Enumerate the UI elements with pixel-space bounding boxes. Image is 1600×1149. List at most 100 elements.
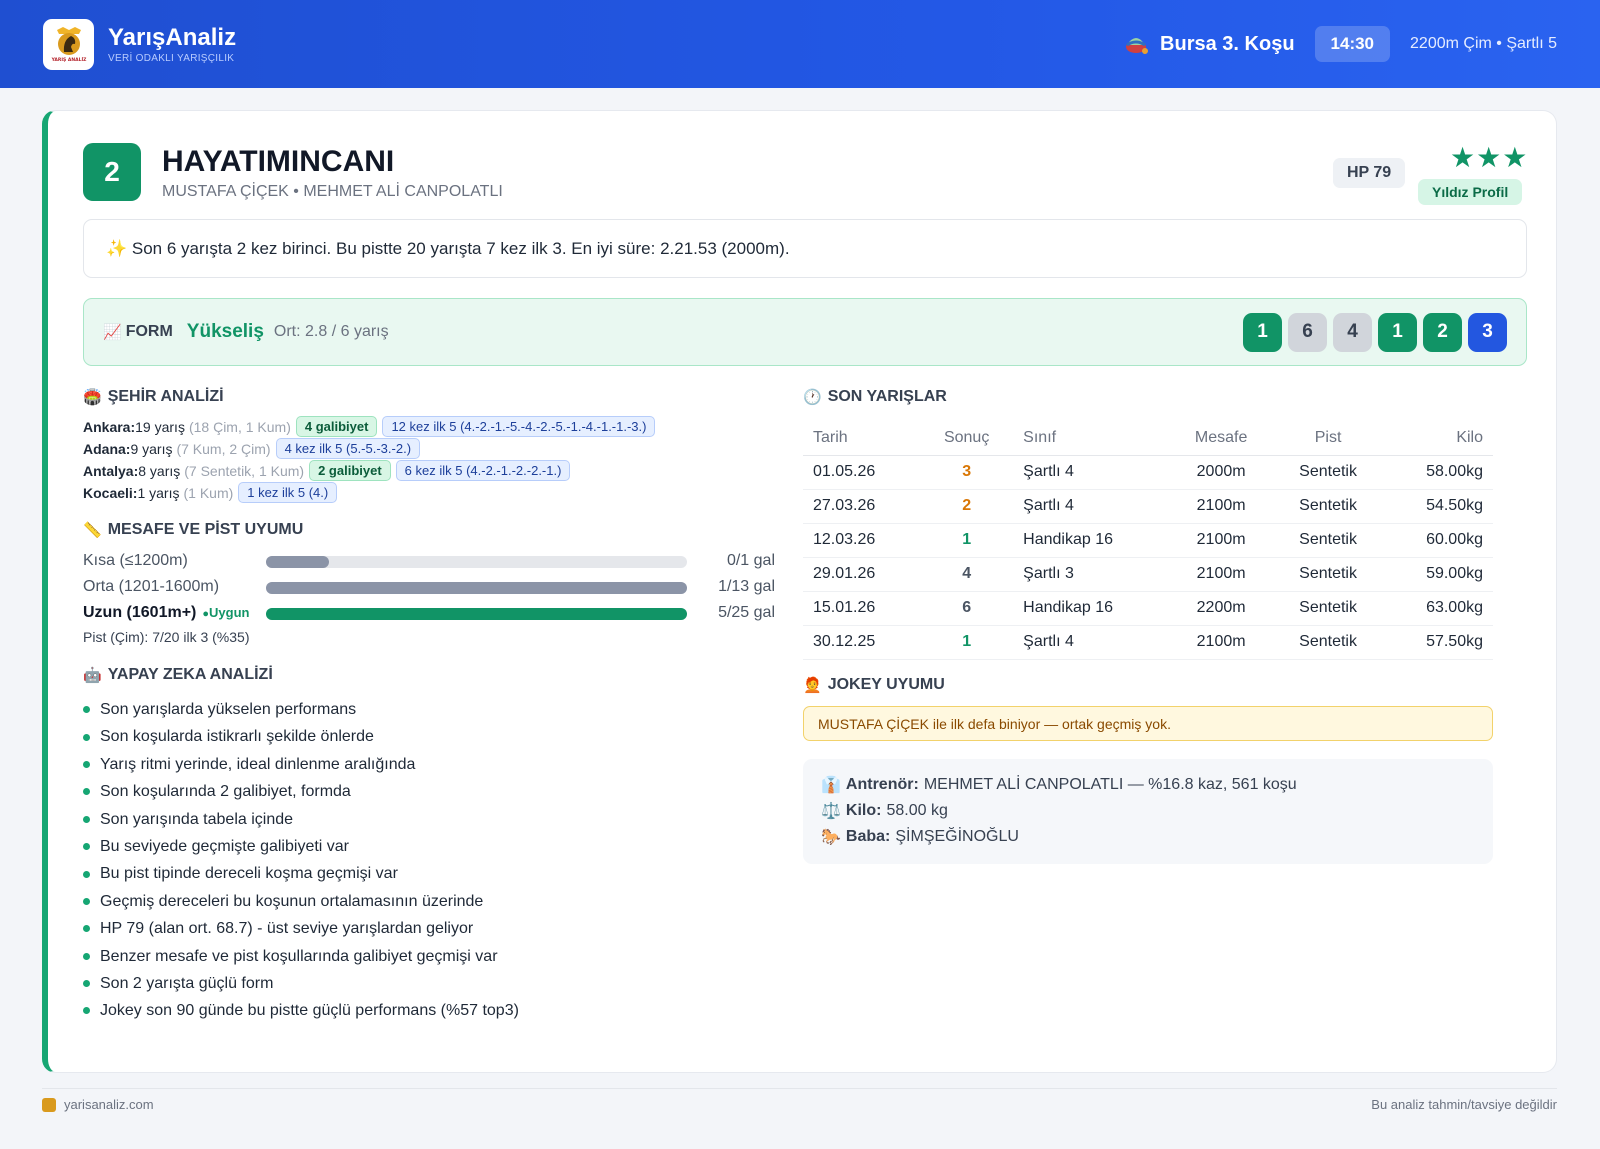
top5-badge: 4 kez ilk 5 (5.-5.-3.-2.) xyxy=(275,438,421,459)
cell-kg: 60.00kg xyxy=(1383,523,1493,558)
cell-track: Sentetik xyxy=(1272,625,1384,660)
distance-value: 1/13 gal xyxy=(718,578,775,595)
city-row: Antalya: 8 yarış (7 Sentetik, 1 Kum) 2 gal… xyxy=(83,460,571,481)
trainer-row: 👔 Antrenör: MEHMET ALİ CANPOLATLI — %16.… xyxy=(821,776,1297,794)
footer: yarisanaliz.com Bu analiz tahmin/tavsiye… xyxy=(42,1088,1557,1112)
cell-dist: 2100m xyxy=(1169,489,1273,524)
ai-insight-item: Geçmiş dereceleri bu koşunun ortalamasın… xyxy=(83,888,519,915)
horse-logo-icon: YARIŞ ANALİZ xyxy=(50,27,87,63)
ai-insight-item: Son yarışında tabela içinde xyxy=(83,806,519,833)
distance-label: Orta (1201-1600m) xyxy=(83,578,220,595)
distance-row: Orta (1201-1600m) 1/13 gal xyxy=(83,578,775,598)
cell-dist: 2100m xyxy=(1169,625,1273,660)
distance-section-title: 📏 MESAFE VE PİST UYUMU xyxy=(83,521,304,539)
cell-kg: 57.50kg xyxy=(1383,625,1493,660)
cell-date: 27.03.26 xyxy=(803,489,921,524)
city-section-title: 🏟️ ŞEHİR ANALİZİ xyxy=(83,388,224,406)
form-result-chip: 3 xyxy=(1468,312,1507,352)
cell-dist: 2100m xyxy=(1169,557,1273,592)
ai-insight-item: Benzer mesafe ve pist koşullarında galib… xyxy=(83,943,519,970)
horse-name: HAYATIMINCANI xyxy=(162,145,395,178)
form-panel: 📈 FORM Yükseliş Ort: 2.8 / 6 yarış 16412… xyxy=(83,298,1527,366)
ai-insight-item: Son koşularda istikrarlı şekilde önlerde xyxy=(83,723,519,750)
ai-insights-list: Son yarışlarda yükselen performans Son ko… xyxy=(83,696,519,1025)
city-count: 1 yarış xyxy=(137,484,180,501)
distance-label-wrap: Kısa (≤1200m) xyxy=(83,552,188,570)
chart-trend-icon: 📈 xyxy=(103,324,122,341)
city-row: Adana: 9 yarış (7 Kum, 2 Çim) 4 kez ilk 5 … xyxy=(83,438,421,459)
city-name: Kocaeli: xyxy=(83,484,138,501)
table-row[interactable]: 30.12.25 1 Şartlı 4 2100m Sentetik 57.50kg xyxy=(803,625,1493,660)
cell-kg: 58.00kg xyxy=(1383,455,1493,490)
footer-site-link[interactable]: yarisanaliz.com xyxy=(64,1097,154,1112)
cell-date: 30.12.25 xyxy=(803,625,921,660)
jockey-section-title: 🧑‍🦰 JOKEY UYUMU xyxy=(803,676,945,694)
brand: YarışAnaliz VERİ ODAKLI YARIŞÇILIK xyxy=(108,23,237,64)
necktie-icon: 👔 xyxy=(821,777,841,794)
table-row[interactable]: 27.03.26 2 Şartlı 4 2100m Sentetik 54.50kg xyxy=(803,489,1493,524)
cell-date: 12.03.26 xyxy=(803,523,921,558)
sire-row: 🐎 Baba: ŞİMŞEĞİNOĞLU xyxy=(821,828,1019,846)
ai-insight-item: Bu seviyede geçmişte galibiyeti var xyxy=(83,833,519,860)
cell-date: 15.01.26 xyxy=(803,591,921,626)
weight-row: ⚖️ Kilo: 58.00 kg xyxy=(821,802,948,820)
star-profile-badge: Yıldız Profil xyxy=(1418,179,1523,205)
win-badge: 2 galibiyet xyxy=(309,460,391,481)
form-results: 164123 xyxy=(1243,312,1507,352)
form-result-chip: 1 xyxy=(1378,312,1417,352)
cell-class: Handikap 16 xyxy=(1013,591,1170,626)
ai-insight-item: Son koşularında 2 galibiyet, formda xyxy=(83,778,519,805)
distance-label-wrap: Orta (1201-1600m) xyxy=(83,578,219,596)
brand-tagline: VERİ ODAKLI YARIŞÇILIK xyxy=(108,52,235,64)
table-row[interactable]: 15.01.26 6 Handikap 16 2200m Sentetik 63.00kg xyxy=(803,591,1493,626)
cell-dist: 2200m xyxy=(1169,591,1273,626)
trainer-info-box: 👔 Antrenör: MEHMET ALİ CANPOLATLI — %16.… xyxy=(803,759,1493,864)
recent-section-title: 🕐 SON YARIŞLAR xyxy=(803,388,947,406)
city-name: Antalya: xyxy=(83,462,139,479)
table-row[interactable]: 12.03.26 1 Handikap 16 2100m Sentetik 60.00kg xyxy=(803,523,1493,558)
column-header: Sınıf xyxy=(1013,421,1170,456)
column-header: Pist xyxy=(1272,421,1384,456)
svg-text:YARIŞ ANALİZ: YARIŞ ANALİZ xyxy=(50,56,87,63)
form-average: Ort: 2.8 / 6 yarış xyxy=(273,323,389,340)
distance-row: Uzun (1601m+) ●Uygun 5/25 gal xyxy=(83,604,775,624)
robot-icon: 🤖 xyxy=(83,667,102,684)
city-name: Ankara: xyxy=(83,418,136,435)
ai-section-title: 🤖 YAPAY ZEKA ANALİZİ xyxy=(83,666,273,684)
fit-tag-text: Uygun xyxy=(209,605,250,620)
distance-value: 0/1 gal xyxy=(726,552,775,569)
form-label: FORM xyxy=(125,323,173,340)
cell-result: 2 xyxy=(920,489,1014,524)
ai-insight-item: Yarış ritmi yerinde, ideal dinlenme aral… xyxy=(83,751,519,778)
scale-icon: ⚖️ xyxy=(821,803,841,820)
ai-insight-item: HP 79 (alan ort. 68.7) - üst seviye yarı… xyxy=(83,915,519,942)
win-badge: 4 galibiyet xyxy=(295,416,378,437)
cell-class: Şartlı 3 xyxy=(1013,557,1170,592)
city-detail: (7 Kum, 2 Çim) xyxy=(176,440,271,457)
cell-date: 01.05.26 xyxy=(803,455,921,490)
cell-result: 3 xyxy=(920,455,1014,490)
brand-name: YarışAnaliz xyxy=(108,23,237,51)
column-header: Mesafe xyxy=(1169,421,1273,456)
table-header: Tarih Sonuç Sınıf Mesafe Pist Kilo xyxy=(803,421,1493,456)
cell-track: Sentetik xyxy=(1272,489,1384,524)
distance-bar-track xyxy=(266,608,687,620)
cell-kg: 59.00kg xyxy=(1383,557,1493,592)
logo[interactable]: YARIŞ ANALİZ xyxy=(43,18,94,70)
city-name: Adana: xyxy=(83,440,131,457)
table-row[interactable]: 01.05.26 3 Şartlı 4 2000m Sentetik 58.00kg xyxy=(803,455,1493,490)
city-row: Kocaeli: 1 yarış (1 Kum) 1 kez ilk 5 (4.) xyxy=(83,482,338,503)
form-result-chip: 1 xyxy=(1243,312,1282,352)
cell-class: Şartlı 4 xyxy=(1013,489,1170,524)
footer-logo-icon xyxy=(42,1097,56,1112)
cell-result: 4 xyxy=(920,557,1014,592)
fit-tag: ●Uygun xyxy=(202,605,249,620)
top5-badge: 6 kez ilk 5 (4.-2.-1.-2.-2.-1.) xyxy=(395,460,571,481)
ai-insight-item: Son 2 yarışta güçlü form xyxy=(83,970,519,997)
table-row[interactable]: 29.01.26 4 Şartlı 3 2100m Sentetik 59.00kg xyxy=(803,557,1493,592)
distance-label: Uzun (1601m+) xyxy=(83,604,197,621)
footer-disclaimer: Bu analiz tahmin/tavsiye değildir xyxy=(1371,1097,1557,1112)
star-rating: ★★★ xyxy=(1450,142,1529,173)
distance-bar-track xyxy=(266,556,687,568)
jockey-note: MUSTAFA ÇİÇEK ile ilk defa biniyor — ort… xyxy=(803,706,1493,741)
